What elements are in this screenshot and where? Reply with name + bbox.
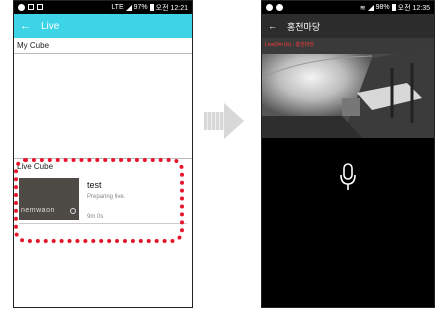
image-notification-icon: [37, 4, 43, 10]
right-arrow-icon: [204, 103, 246, 139]
battery-percent: 97%: [133, 4, 148, 11]
status-bar: LTE 97% 오전 12:21: [14, 1, 192, 14]
my-cube-list: [14, 54, 192, 159]
network-label: LTE: [111, 4, 124, 11]
battery-icon: [391, 4, 396, 11]
status-bar: ≋ 98% 오전 12:35: [262, 1, 434, 14]
live-status-overlay: Live(9m 0s) - 홍천마당: [265, 42, 314, 48]
thumbnail-logo-text: nemwaon: [21, 207, 55, 214]
cube-item-info: test Preparing live. 9m 0s: [87, 180, 125, 220]
back-arrow-icon[interactable]: ←: [268, 21, 277, 31]
my-cube-header: My Cube: [14, 38, 192, 54]
app-bar-title: Live: [41, 20, 60, 32]
clock: 오전 12:21: [155, 4, 188, 12]
right-phone-screen: ≋ 98% 오전 12:35 ← 홍천마당 Live(9m 0s) - 홍천마당: [261, 0, 435, 308]
app-bar: ← 홍천마당: [262, 14, 434, 38]
video-frame-scene: [262, 38, 434, 138]
app-bar: ← Live: [14, 14, 192, 38]
app-notification-icon: [266, 4, 273, 11]
app-bar-title: 홍천마당: [287, 21, 321, 32]
settings-notification-icon: [276, 4, 283, 11]
clock: 오전 12:35: [397, 4, 430, 12]
wifi-icon: ≋: [359, 4, 366, 12]
battery-icon: [149, 4, 154, 11]
signal-icon: [125, 4, 132, 11]
battery-percent: 98%: [375, 4, 390, 11]
thumbnail-logo-icon: [70, 208, 76, 214]
item-divider: [19, 223, 187, 224]
signal-icon: [367, 4, 374, 11]
cube-thumbnail: nemwaon: [19, 178, 79, 220]
microphone-icon[interactable]: [339, 163, 357, 191]
app-notification-icon: [18, 4, 25, 11]
live-cube-header: Live Cube: [17, 162, 54, 171]
live-video-feed[interactable]: Live(9m 0s) - 홍천마당: [262, 38, 434, 138]
cube-item-duration: 9m 0s: [87, 214, 104, 220]
cube-item-status: Preparing live.: [87, 194, 126, 200]
back-arrow-icon[interactable]: ←: [20, 20, 31, 32]
menu-notification-icon: [28, 4, 34, 10]
left-phone-screen: LTE 97% 오전 12:21 ← Live My Cube Live Cub…: [13, 0, 193, 308]
live-cube-item[interactable]: nemwaon test Preparing live. 9m 0s: [19, 174, 187, 224]
cube-item-title: test: [87, 180, 102, 190]
